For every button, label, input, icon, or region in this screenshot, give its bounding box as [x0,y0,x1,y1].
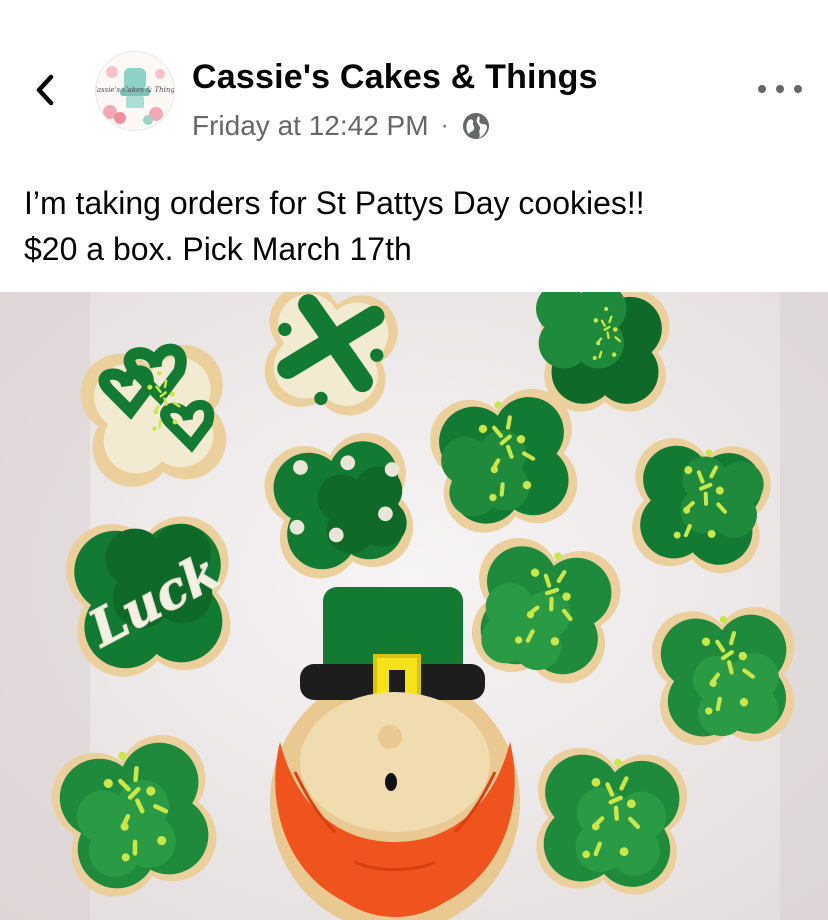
back-button[interactable] [28,68,62,112]
more-dot-icon [776,85,784,93]
globe-icon[interactable] [461,111,491,141]
page-avatar[interactable]: Cassie's Cakes & Things [96,52,174,130]
avatar-logo-text: Cassie's Cakes & Things [96,86,174,94]
shamrock-cookie-dark [536,292,670,412]
shamrock-cookie-sprinkle [527,743,692,900]
page-name-link[interactable]: Cassie's Cakes & Things [192,58,598,97]
shamrock-cookie-hearts [75,339,236,493]
luck-cookie: Luck [61,511,240,682]
post-meta: Friday at 12:42 PM · [192,108,491,144]
shamrock-cookie-sprinkle [649,604,802,749]
post-timestamp[interactable]: Friday at 12:42 PM [192,110,429,142]
post-text-line: I’m taking orders for St Pattys Day cook… [24,185,645,221]
more-dot-icon [758,85,766,93]
more-dot-icon [794,85,802,93]
meta-separator: · [440,112,449,139]
post-header: Cassie's Cakes & Things Cassie's Cakes &… [0,0,828,160]
post-photo[interactable]: Luck [0,292,828,920]
chevron-left-icon [36,74,54,106]
shamrock-cookie-sprinkle [623,433,776,579]
post-text-line: $20 a box. Pick March 17th [24,231,412,267]
more-options-button[interactable] [758,74,802,104]
post-message: I’m taking orders for St Pattys Day cook… [24,180,804,272]
